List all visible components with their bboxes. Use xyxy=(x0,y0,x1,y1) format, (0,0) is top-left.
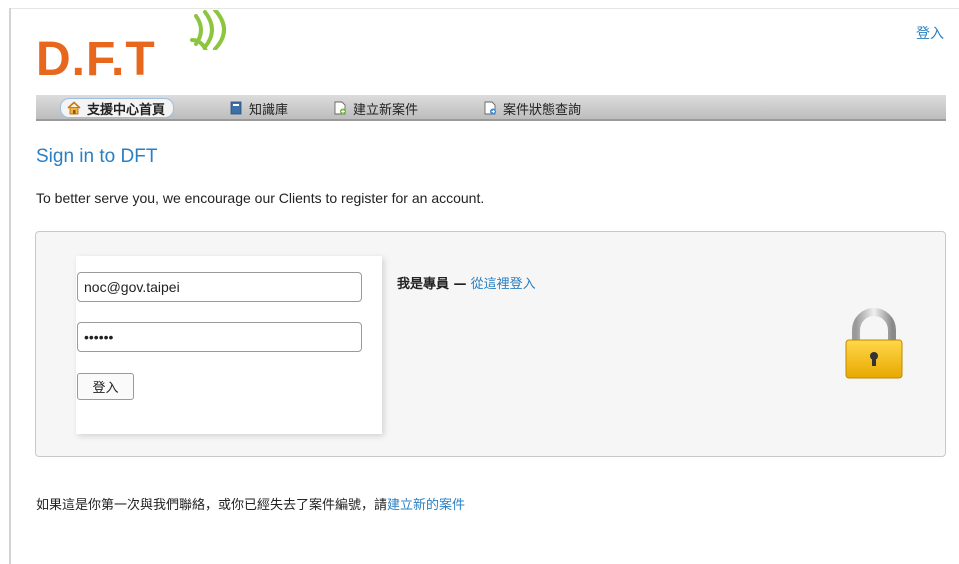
ticket-status-icon xyxy=(484,101,496,115)
create-ticket-link[interactable]: 建立新的案件 xyxy=(387,498,465,513)
lock-icon xyxy=(845,308,903,379)
nav-item-new-ticket[interactable]: 建立新案件 xyxy=(333,98,418,118)
main-nav: 支援中心首頁 知識庫 建立新案件 案件狀態查詢 xyxy=(36,95,946,121)
footer-text: 如果這是你第一次與我們聯絡，或你已經失去了案件編號，請 xyxy=(36,498,388,513)
nav-item-ticket-status[interactable]: 案件狀態查詢 xyxy=(483,98,581,118)
footer-note: 如果這是你第一次與我們聯絡，或你已經失去了案件編號，請建立新的案件 xyxy=(36,494,465,513)
intro-text: To better serve you, we encourage our Cl… xyxy=(36,190,485,206)
email-input[interactable] xyxy=(77,272,362,302)
agent-login-line: 我是專員 — 從這裡登入 xyxy=(397,273,536,292)
page-title: Sign in to DFT xyxy=(36,146,158,167)
login-panel: 登入 我是專員 — 從這裡登入 xyxy=(35,231,946,457)
wifi-signal-icon xyxy=(190,10,226,50)
nav-item-label: 支援中心首頁 xyxy=(87,102,166,118)
left-border xyxy=(9,8,11,564)
home-icon xyxy=(67,101,81,115)
agent-label: 我是專員 — xyxy=(397,277,467,292)
password-input[interactable] xyxy=(77,322,362,352)
logo-text: D.F.T xyxy=(36,33,156,86)
header-login-link[interactable]: 登入 xyxy=(916,23,944,43)
book-icon xyxy=(230,101,242,115)
agent-login-link[interactable]: 從這裡登入 xyxy=(471,277,536,292)
dft-logo[interactable]: D.F.T xyxy=(36,10,246,90)
nav-item-home[interactable]: 支援中心首頁 xyxy=(60,98,175,118)
nav-item-knowledgebase[interactable]: 知識庫 xyxy=(229,98,288,118)
nav-item-label: 建立新案件 xyxy=(353,102,419,118)
nav-item-label: 案件狀態查詢 xyxy=(503,102,582,118)
new-ticket-icon xyxy=(334,101,346,115)
login-button[interactable]: 登入 xyxy=(77,373,134,400)
top-border xyxy=(9,8,959,9)
nav-item-label: 知識庫 xyxy=(249,102,289,118)
